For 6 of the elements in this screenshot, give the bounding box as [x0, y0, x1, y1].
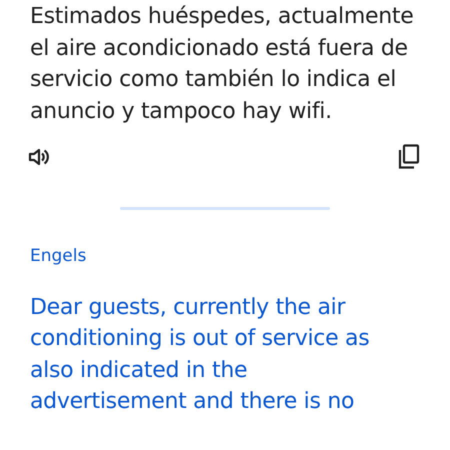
speaker-icon[interactable]	[28, 146, 50, 168]
copy-icon[interactable]	[398, 144, 420, 170]
drag-handle[interactable]	[120, 207, 330, 210]
source-text: Estimados huéspedes, actualmente el aire acondicionado está fuera de servicio como también lo indica el anuncio y tampoco hay wifi.	[30, 3, 414, 126]
translation-text: Dear guests, currently the air conditioning is out of service as also indicated in the advertisement and there is no	[30, 294, 370, 416]
language-label: Engels	[30, 245, 88, 268]
